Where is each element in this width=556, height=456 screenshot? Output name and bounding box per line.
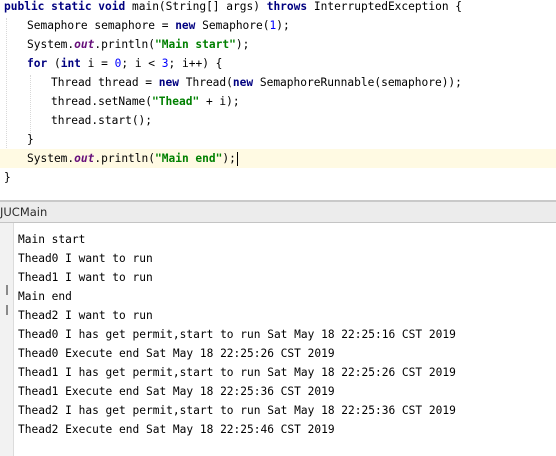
console-line: Thead2 I has get permit,start to run Sat…	[18, 404, 456, 417]
code-token: "Thead"	[152, 95, 200, 108]
code-token: SemaphoreRunnable(semaphore));	[259, 76, 462, 89]
code-token: for	[27, 57, 54, 70]
console-line: Main start	[18, 233, 86, 246]
code-token: ; i <	[121, 57, 162, 70]
toolbar-marker	[6, 305, 8, 315]
code-token: + i);	[199, 95, 240, 108]
code-token: new	[158, 76, 186, 89]
code-editor[interactable]: public static void main(String[] args) t…	[0, 0, 556, 200]
console-line: Thead1 Execute end Sat May 18 22:25:36 C…	[18, 385, 335, 398]
code-token: new	[175, 19, 203, 32]
code-token: Thread thread =	[51, 76, 159, 89]
code-token: );	[276, 19, 290, 32]
code-token: out	[74, 38, 95, 51]
code-token: System.	[27, 38, 75, 51]
code-line[interactable]: }	[0, 130, 34, 149]
code-line[interactable]: for (int i = 0; i < 3; i++) {	[0, 54, 222, 73]
code-token: "Main start"	[155, 38, 236, 51]
toolbar-marker	[6, 285, 8, 295]
code-token: }	[4, 171, 11, 184]
code-line[interactable]: thread.start();	[0, 111, 152, 130]
console-line: Thead2 I want to run	[18, 309, 153, 322]
code-token: );	[235, 38, 250, 51]
run-tool-window-header[interactable]: JUCMain	[0, 202, 556, 223]
code-token: main(String[] args)	[131, 0, 267, 13]
code-token: Thread(	[185, 76, 233, 89]
console-line: Thead0 I has get permit,start to run Sat…	[18, 328, 456, 341]
run-toolbar-strip[interactable]	[0, 223, 14, 456]
code-line[interactable]: public static void main(String[] args) t…	[0, 0, 462, 16]
code-token: out	[74, 152, 95, 165]
code-line[interactable]: Semaphore semaphore = new Semaphore(1);	[0, 16, 290, 35]
console-line: Thead1 I want to run	[18, 271, 153, 284]
console-line: Thead0 I want to run	[18, 252, 153, 265]
code-line-current[interactable]: System.out.println("Main end");	[0, 149, 556, 168]
code-token: .println(	[94, 38, 155, 51]
code-token: thread.setName(	[51, 95, 153, 108]
code-token: new	[232, 76, 260, 89]
code-line[interactable]: Thread thread = new Thread(new Semaphore…	[0, 73, 462, 92]
code-token: Semaphore(	[202, 19, 270, 32]
code-line[interactable]: }	[0, 168, 11, 187]
code-token: throws	[266, 0, 314, 13]
code-token: System.	[27, 152, 75, 165]
code-token: InterruptedException {	[313, 0, 463, 13]
code-token: );	[222, 152, 236, 165]
code-token: public static void	[4, 0, 132, 13]
code-token: ; i++) {	[168, 57, 223, 70]
console-line: Thead1 I has get permit,start to run Sat…	[18, 366, 456, 379]
code-token: Semaphore semaphore =	[27, 19, 176, 32]
text-caret	[236, 152, 238, 166]
code-line[interactable]: thread.setName("Thead" + i);	[0, 92, 240, 111]
run-config-title[interactable]: JUCMain	[0, 202, 47, 222]
console-line: Thead0 Execute end Sat May 18 22:25:26 C…	[18, 347, 335, 360]
code-token: "Main end"	[155, 152, 223, 165]
console-line: Main end	[18, 290, 72, 303]
code-token: thread.start();	[51, 114, 153, 127]
code-token: (	[53, 57, 61, 70]
code-token: }	[27, 133, 34, 146]
console-output[interactable]: Main start Thead0 I want to run Thead1 I w…	[14, 223, 556, 456]
code-token: 3	[161, 57, 169, 70]
code-token: .println(	[94, 152, 155, 165]
code-token: int	[60, 57, 88, 70]
code-line[interactable]: System.out.println("Main start");	[0, 35, 249, 54]
code-token: i =	[87, 57, 115, 70]
console-line: Thead2 Execute end Sat May 18 22:25:46 C…	[18, 423, 335, 436]
